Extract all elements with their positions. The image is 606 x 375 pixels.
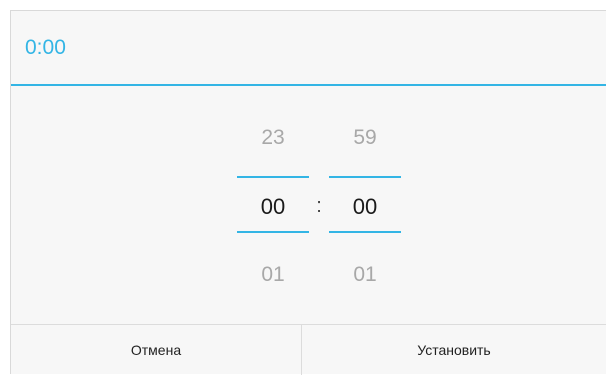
dialog-header: 0:00 [11, 11, 606, 86]
set-button[interactable]: Установить [302, 325, 606, 375]
selected-time-label: 0:00 [25, 36, 66, 59]
hours-divider-top [237, 176, 309, 178]
time-separator: : [316, 195, 322, 217]
minutes-spinner[interactable]: 59 00 01 [329, 87, 401, 324]
hours-next-value[interactable]: 01 [237, 262, 309, 288]
time-picker-dialog: 0:00 23 00 01 : 59 00 01 Отмена Установи… [10, 10, 606, 375]
hours-spinner[interactable]: 23 00 01 [237, 87, 309, 324]
minutes-next-value[interactable]: 01 [329, 262, 401, 288]
hours-current-value[interactable]: 00 [237, 194, 309, 220]
dialog-footer: Отмена Установить [11, 324, 606, 375]
minutes-divider-top [329, 176, 401, 178]
hours-divider-bottom [237, 231, 309, 233]
time-picker: 23 00 01 : 59 00 01 [11, 87, 606, 324]
minutes-divider-bottom [329, 231, 401, 233]
minutes-current-value[interactable]: 00 [329, 194, 401, 220]
minutes-prev-value[interactable]: 59 [329, 125, 401, 151]
cancel-button[interactable]: Отмена [11, 325, 302, 375]
hours-prev-value[interactable]: 23 [237, 125, 309, 151]
